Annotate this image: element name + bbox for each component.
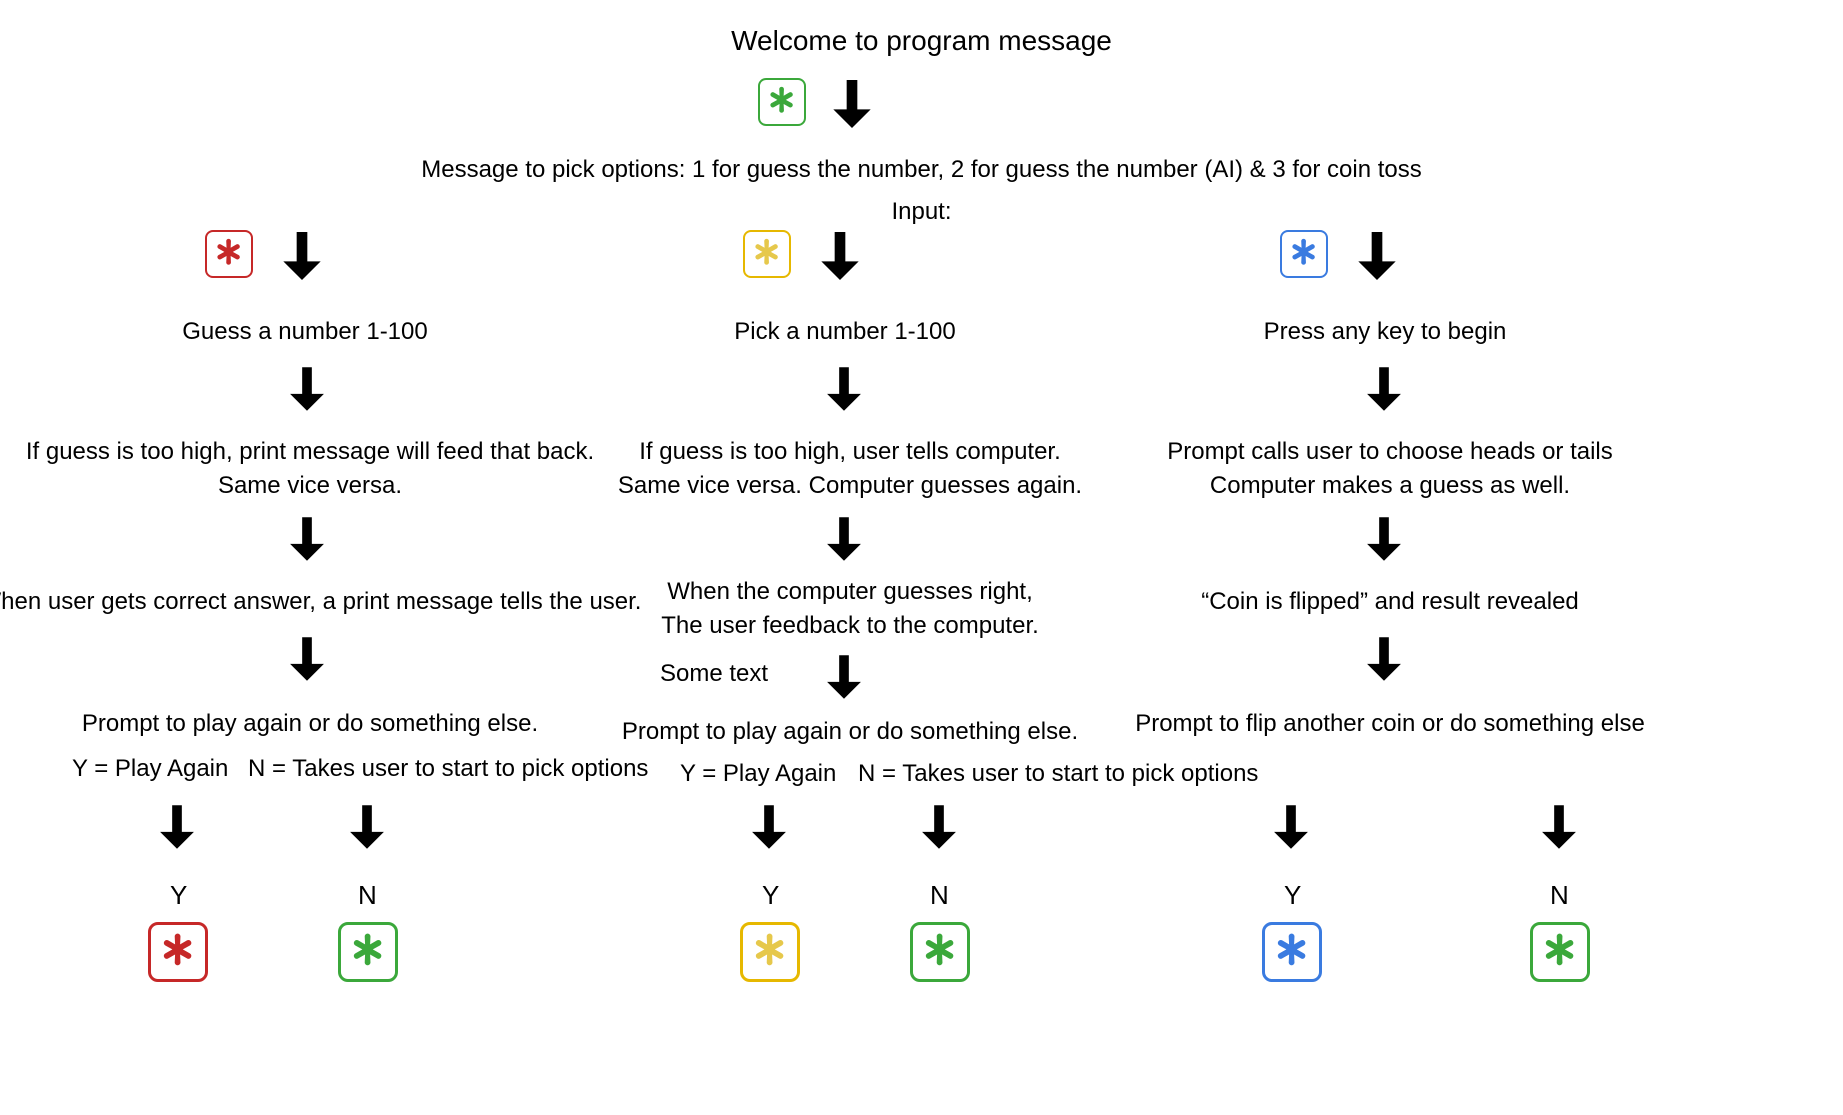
branch3-step-a-1: Prompt calls user to choose heads or tai… [1080, 438, 1700, 466]
options-message: Message to pick options: 1 for guess the… [0, 156, 1843, 184]
branch1-step-a-1: If guess is too high, print message will… [0, 438, 620, 466]
arrow-down-icon [278, 510, 336, 568]
asterisk-blue-icon [1280, 230, 1328, 278]
asterisk-yellow-icon [743, 230, 791, 278]
arrow-down-icon [820, 72, 884, 136]
asterisk-green-icon [338, 922, 398, 982]
branch3-y: Y [1284, 880, 1301, 911]
asterisk-green-icon [1530, 922, 1590, 982]
page-title: Welcome to program message [0, 25, 1843, 57]
arrow-down-icon [278, 630, 336, 688]
branch1-y: Y [170, 880, 187, 911]
branch2-step-a-1: If guess is too high, user tells compute… [540, 438, 1160, 466]
asterisk-yellow-icon [740, 922, 800, 982]
branch1-nlabel: N = Takes user to start to pick options [248, 755, 648, 783]
arrow-down-icon [1262, 798, 1320, 856]
branch2-step-a-2: Same vice versa. Computer guesses again. [540, 472, 1160, 500]
arrow-down-icon [338, 798, 396, 856]
arrow-down-icon [815, 648, 873, 706]
asterisk-green-icon [758, 78, 806, 126]
branch2-header: Pick a number 1-100 [600, 318, 1090, 346]
branch3-step-a-2: Computer makes a guess as well. [1080, 472, 1700, 500]
input-label: Input: [0, 198, 1843, 226]
arrow-down-icon [278, 360, 336, 418]
asterisk-blue-icon [1262, 922, 1322, 982]
arrow-down-icon [808, 224, 872, 288]
arrow-down-icon [815, 360, 873, 418]
branch1-n: N [358, 880, 377, 911]
arrow-down-icon [1530, 798, 1588, 856]
branch1-header: Guess a number 1-100 [60, 318, 550, 346]
arrow-down-icon [815, 510, 873, 568]
branch2-nlabel: N = Takes user to start to pick options [858, 760, 1258, 788]
arrow-down-icon [1355, 630, 1413, 688]
branch1-prompt: Prompt to play again or do something els… [0, 710, 620, 738]
arrow-down-icon [1345, 224, 1409, 288]
arrow-down-icon [270, 224, 334, 288]
arrow-down-icon [1355, 510, 1413, 568]
asterisk-red-icon [148, 922, 208, 982]
branch2-step-b-1: When the computer guesses right, [540, 578, 1160, 606]
branch3-n: N [1550, 880, 1569, 911]
arrow-down-icon [148, 798, 206, 856]
branch3-step-b: “Coin is flipped” and result revealed [1080, 588, 1700, 616]
branch2-step-b-2: The user feedback to the computer. [540, 612, 1160, 640]
branch1-ylabel: Y = Play Again [72, 755, 228, 783]
branch2-prompt: Prompt to play again or do something els… [540, 718, 1160, 746]
branch3-prompt: Prompt to flip another coin or do someth… [1080, 710, 1700, 738]
branch2-ylabel: Y = Play Again [680, 760, 836, 788]
arrow-down-icon [740, 798, 798, 856]
branch1-step-a-2: Same vice versa. [0, 472, 620, 500]
branch2-n: N [930, 880, 949, 911]
branch3-header: Press any key to begin [1140, 318, 1630, 346]
branch2-y: Y [762, 880, 779, 911]
asterisk-green-icon [910, 922, 970, 982]
asterisk-red-icon [205, 230, 253, 278]
sometext-label: Some text [660, 660, 768, 688]
arrow-down-icon [1355, 360, 1413, 418]
arrow-down-icon [910, 798, 968, 856]
